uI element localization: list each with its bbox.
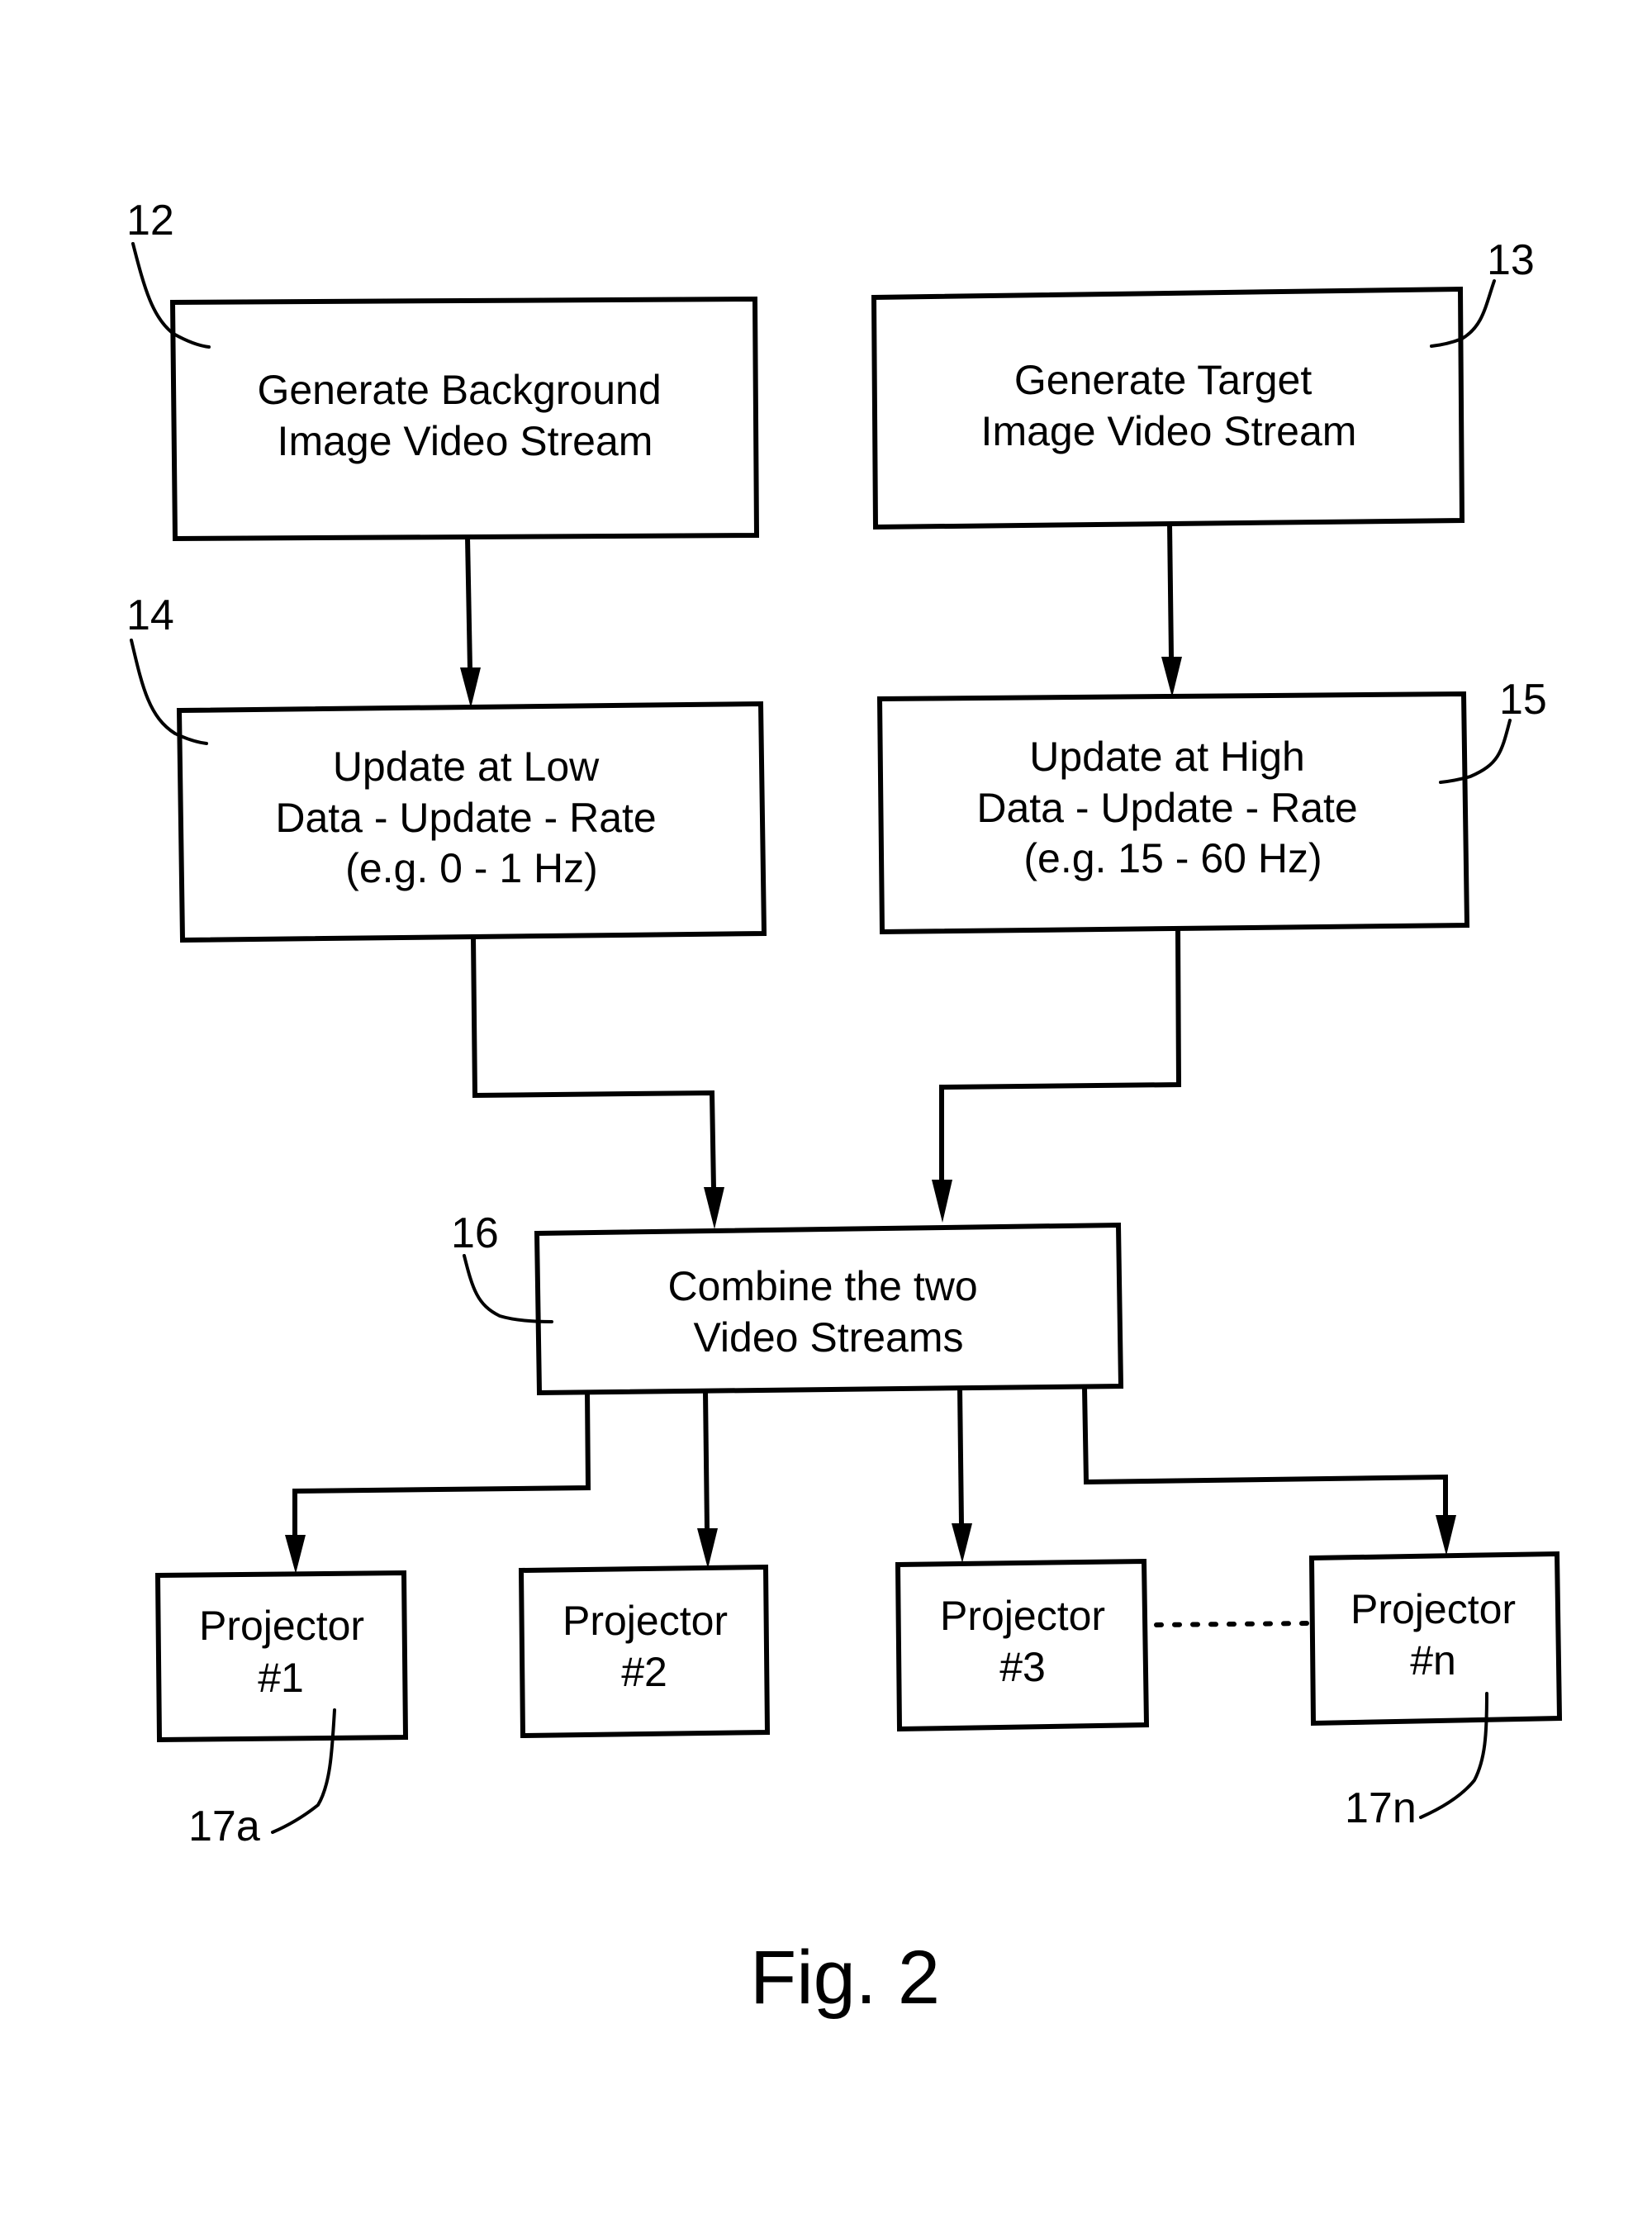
edge-15-16-line — [939, 928, 1182, 1181]
arrowhead-icon — [704, 1187, 724, 1229]
node-12-line-2: Image Video Stream — [278, 418, 653, 464]
edge-16-projector-3-line — [957, 1387, 964, 1526]
node-14-line-1: Update at Low — [333, 743, 600, 790]
edge-12-14 — [460, 536, 481, 708]
arrowhead-icon — [697, 1528, 718, 1569]
arrowhead-icon — [952, 1523, 972, 1563]
projector-1-line-1: Projector — [199, 1603, 364, 1649]
projector-1: Projector #1 — [154, 1570, 409, 1743]
edge-16-projector-2-line — [703, 1390, 710, 1531]
arrowhead-icon — [460, 667, 481, 708]
edge-16-projector-2 — [697, 1390, 718, 1569]
node-13: Generate Target Image Video Stream — [871, 286, 1465, 530]
projector-3: Projector #3 — [895, 1558, 1150, 1732]
projector-3-line-1: Projector — [940, 1593, 1105, 1639]
projector-n: Projector #n — [1308, 1551, 1563, 1727]
node-13-line-2: Image Video Stream — [981, 408, 1357, 454]
node-15: Update at High Data - Update - Rate (e.g… — [876, 691, 1470, 935]
edge-16-projector-3 — [952, 1387, 972, 1563]
node-13-line-1: Generate Target — [1014, 357, 1313, 403]
projector-2-line-1: Projector — [563, 1598, 728, 1644]
node-12-line-1: Generate Background — [257, 367, 661, 413]
ref-label-17n: 17n — [1345, 1784, 1417, 1832]
edge-16-projector-1 — [285, 1390, 591, 1574]
projector-n-line-2: #n — [1410, 1637, 1456, 1684]
ref-label-15: 15 — [1499, 676, 1547, 724]
arrowhead-icon — [285, 1535, 306, 1574]
edge-16-projector-n — [1082, 1387, 1456, 1556]
ref-label-13: 13 — [1487, 236, 1535, 284]
projector-n-line-1: Projector — [1351, 1586, 1516, 1632]
node-14-line-3: (e.g. 0 - 1 Hz) — [345, 845, 598, 891]
edge-16-projector-n-line — [1082, 1387, 1448, 1517]
edge-12-14-line — [465, 536, 472, 670]
node-14: Update at Low Data - Update - Rate (e.g.… — [176, 701, 767, 943]
node-15-text: Update at High Data - Update - Rate (e.g… — [976, 734, 1369, 881]
figure-caption: Fig. 2 — [750, 1936, 940, 2020]
node-14-line-2: Data - Update - Rate — [275, 795, 656, 841]
node-16-line-2: Video Streams — [693, 1314, 963, 1361]
node-15-line-1: Update at High — [1029, 734, 1305, 780]
ref-label-12: 12 — [126, 197, 174, 245]
node-16-line-1: Combine the two — [667, 1263, 977, 1309]
arrowhead-icon — [932, 1180, 952, 1223]
projector-2: Projector #2 — [518, 1564, 771, 1739]
arrowhead-icon — [1436, 1515, 1456, 1556]
projector-1-line-2: #1 — [258, 1655, 304, 1701]
flowchart-diagram: Generate Background Image Video Stream G… — [126, 197, 1563, 2020]
edge-13-15-line — [1167, 523, 1174, 658]
projector-2-line-2: #2 — [621, 1649, 667, 1695]
node-12: Generate Background Image Video Stream — [169, 296, 760, 542]
arrowhead-icon — [1161, 657, 1182, 697]
edge-16-projector-1-line — [292, 1390, 591, 1537]
ellipsis-dotted-line — [1154, 1621, 1311, 1627]
node-16: Combine the two Video Streams — [534, 1222, 1124, 1396]
edge-13-15 — [1161, 523, 1182, 697]
ref-label-14: 14 — [126, 591, 174, 639]
edge-15-16 — [932, 928, 1182, 1223]
ref-label-17a: 17a — [188, 1803, 260, 1850]
node-15-line-3: (e.g. 15 - 60 Hz) — [1023, 835, 1322, 881]
ref-label-16: 16 — [451, 1209, 499, 1257]
edge-14-16 — [471, 936, 724, 1229]
edge-14-16-line — [471, 936, 716, 1190]
node-15-line-2: Data - Update - Rate — [976, 785, 1357, 831]
projector-3-line-2: #3 — [999, 1644, 1046, 1690]
